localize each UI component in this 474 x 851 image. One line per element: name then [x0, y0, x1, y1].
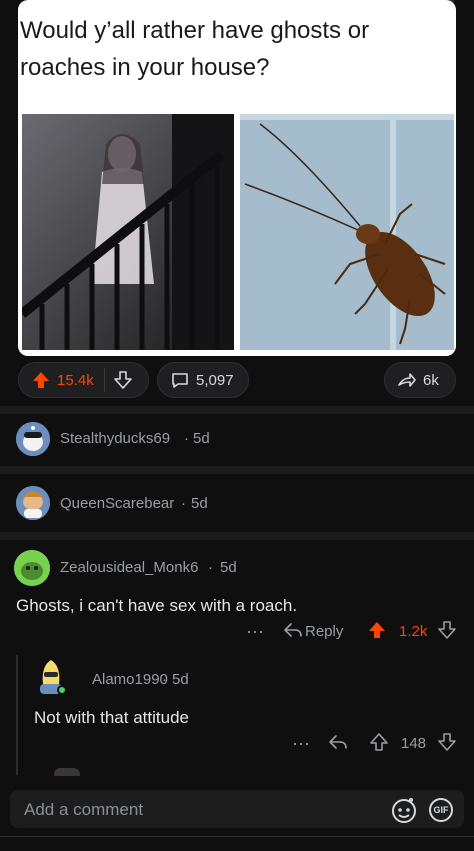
section-divider	[0, 406, 474, 414]
comment-age-separator: ·	[184, 430, 189, 447]
avatar[interactable]	[14, 550, 50, 586]
reply-arrow-icon[interactable]	[328, 732, 348, 752]
upvote-count: 15.4k	[57, 371, 94, 389]
snoo-emoji-icon[interactable]	[390, 796, 418, 824]
downvote-icon[interactable]	[113, 370, 133, 390]
upvote-icon[interactable]	[31, 370, 51, 390]
downvote-icon[interactable]	[437, 732, 457, 752]
vote-control: 15.4k	[18, 362, 149, 398]
gif-button[interactable]: GIF	[429, 798, 453, 822]
share-count: 6k	[423, 371, 439, 389]
section-divider	[0, 466, 474, 474]
comment-username[interactable]: Zealousideal_Monk6	[60, 559, 198, 576]
avatar	[54, 768, 80, 776]
comment-bubble-icon	[170, 370, 190, 390]
reply-arrow-icon[interactable]	[283, 620, 303, 640]
comment-username[interactable]: QueenScarebear	[60, 495, 174, 512]
vote-divider	[103, 368, 105, 392]
comment-age: 5d	[191, 495, 208, 512]
share-arrow-icon	[397, 370, 417, 390]
add-comment-placeholder: Add a comment	[24, 800, 144, 819]
thread-line[interactable]	[16, 655, 18, 775]
comment-username[interactable]: Stealthyducks69	[60, 430, 170, 447]
comment-age-separator: ·	[181, 495, 186, 512]
comment-score: 148	[401, 735, 427, 752]
downvote-icon[interactable]	[437, 620, 457, 640]
comment-body: Not with that attitude	[34, 708, 189, 727]
comment-count: 5,097	[196, 371, 234, 389]
reply-button[interactable]: Reply	[305, 623, 343, 640]
section-divider	[0, 532, 474, 540]
avatar[interactable]	[16, 486, 50, 520]
cockroach-image	[240, 114, 454, 350]
comment-username[interactable]: Alamo1990	[92, 671, 168, 688]
comment-age-separator: ·	[208, 559, 213, 576]
comment-age: 5d	[172, 671, 189, 688]
more-options-icon[interactable]: ···	[292, 733, 310, 754]
upvote-icon[interactable]	[367, 620, 387, 640]
ghost-staircase-image	[22, 114, 234, 350]
comment-body: Ghosts, i can't have sex with a roach.	[16, 596, 298, 615]
upvote-icon[interactable]	[369, 732, 389, 752]
avatar[interactable]	[34, 658, 68, 696]
avatar[interactable]	[16, 422, 50, 456]
post-image-caption: Would y’all rather have ghosts or roache…	[20, 17, 370, 81]
comment-score: 1.2k	[399, 623, 428, 640]
bottom-divider	[0, 836, 474, 837]
comments-button[interactable]: 5,097	[157, 362, 249, 398]
comment-age-separator: ·	[162, 671, 167, 688]
comment-age: 5d	[193, 430, 210, 447]
more-options-icon[interactable]: ···	[246, 621, 264, 642]
share-button[interactable]: 6k	[384, 362, 456, 398]
comment-age: 5d	[220, 559, 237, 576]
